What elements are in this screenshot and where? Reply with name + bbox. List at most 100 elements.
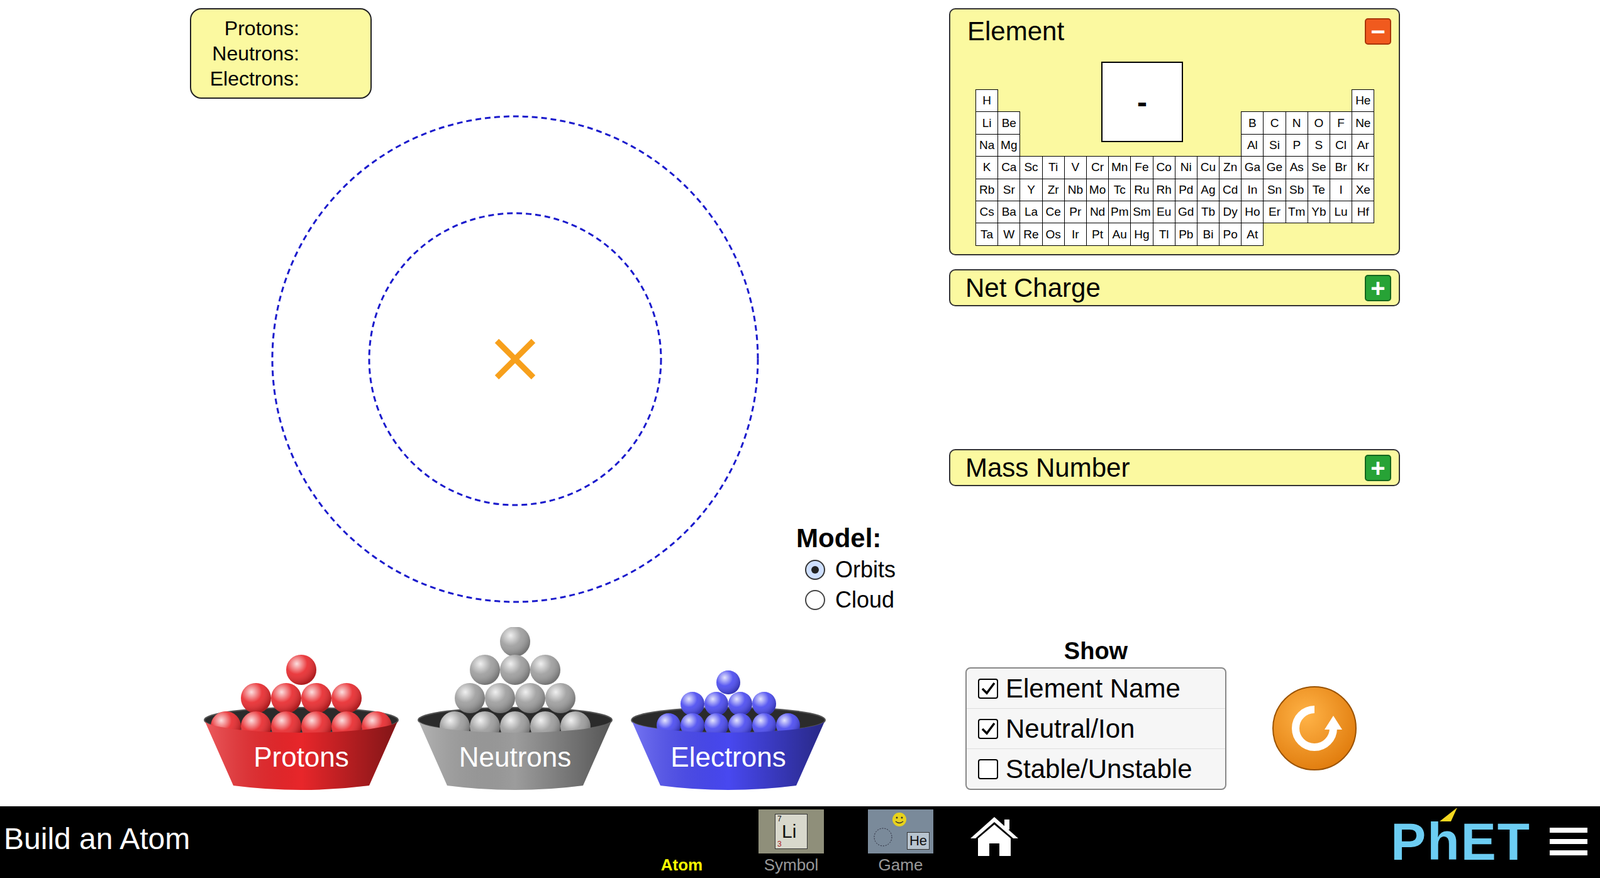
collapse-button[interactable]: − bbox=[1364, 18, 1392, 45]
element-cell[interactable]: As bbox=[1285, 155, 1309, 179]
element-cell[interactable]: Be bbox=[997, 111, 1021, 134]
element-cell[interactable]: Nd bbox=[1086, 200, 1109, 224]
reset-button[interactable] bbox=[1270, 684, 1359, 773]
element-cell[interactable]: W bbox=[997, 222, 1021, 246]
screen-tab[interactable]: Atom bbox=[649, 809, 715, 875]
element-cell[interactable]: Eu bbox=[1152, 200, 1176, 224]
element-cell[interactable]: Sr bbox=[997, 178, 1021, 202]
element-cell[interactable]: Lu bbox=[1329, 200, 1353, 224]
element-cell[interactable]: Pb bbox=[1174, 222, 1198, 246]
particle-bucket[interactable]: Neutrons bbox=[414, 627, 616, 791]
element-cell[interactable]: He bbox=[1351, 89, 1375, 112]
element-cell[interactable]: Bi bbox=[1196, 222, 1220, 246]
element-cell[interactable]: Te bbox=[1307, 178, 1331, 202]
element-cell[interactable]: Co bbox=[1152, 155, 1176, 179]
element-cell[interactable]: Sn bbox=[1262, 178, 1286, 202]
proton-particle[interactable] bbox=[301, 683, 332, 714]
element-cell[interactable]: Y bbox=[1019, 178, 1043, 202]
element-cell[interactable]: Rh bbox=[1152, 178, 1176, 202]
element-cell[interactable]: Os bbox=[1042, 222, 1065, 246]
element-cell[interactable]: Sb bbox=[1285, 178, 1309, 202]
element-cell[interactable]: Zn bbox=[1218, 155, 1242, 179]
neutron-particle[interactable] bbox=[500, 627, 531, 657]
element-cell[interactable]: C bbox=[1262, 111, 1286, 134]
element-cell[interactable]: Pd bbox=[1174, 178, 1198, 202]
element-cell[interactable]: Kr bbox=[1351, 155, 1375, 179]
element-cell[interactable]: P bbox=[1285, 133, 1309, 157]
element-cell[interactable]: Ga bbox=[1240, 155, 1264, 179]
electron-particle[interactable] bbox=[704, 691, 729, 716]
element-cell[interactable]: Ti bbox=[1042, 155, 1065, 179]
phet-logo[interactable]: PhET bbox=[1390, 806, 1531, 868]
proton-particle[interactable] bbox=[286, 654, 317, 685]
element-cell[interactable]: Pm bbox=[1108, 200, 1131, 224]
element-cell[interactable]: Ru bbox=[1130, 178, 1153, 202]
screen-tab[interactable]: 7 Li 3 Symbol bbox=[758, 809, 824, 875]
checkbox-icon[interactable] bbox=[977, 718, 999, 739]
game-icon[interactable]: He bbox=[867, 809, 934, 854]
element-cell[interactable]: Er bbox=[1262, 200, 1286, 224]
checkbox-icon[interactable] bbox=[977, 678, 999, 699]
neutron-particle[interactable] bbox=[469, 654, 500, 685]
element-cell[interactable]: Ge bbox=[1262, 155, 1286, 179]
expand-button[interactable]: + bbox=[1364, 454, 1392, 482]
element-cell[interactable]: Mn bbox=[1108, 155, 1131, 179]
element-cell[interactable]: Sc bbox=[1019, 155, 1043, 179]
electron-particle[interactable] bbox=[728, 691, 753, 716]
neutron-particle[interactable] bbox=[545, 683, 576, 714]
element-cell[interactable]: Xe bbox=[1351, 178, 1375, 202]
home-icon[interactable] bbox=[969, 814, 1020, 859]
element-cell[interactable]: Ar bbox=[1351, 133, 1375, 157]
element-cell[interactable]: Po bbox=[1218, 222, 1242, 246]
neutron-particle[interactable] bbox=[484, 683, 516, 714]
element-cell[interactable]: V bbox=[1064, 155, 1087, 179]
element-cell[interactable]: Zr bbox=[1042, 178, 1065, 202]
element-cell[interactable]: B bbox=[1240, 111, 1264, 134]
radio-icon[interactable] bbox=[805, 589, 826, 611]
element-cell[interactable]: Cl bbox=[1329, 133, 1353, 157]
element-cell[interactable]: Na bbox=[975, 133, 999, 157]
neutron-particle[interactable] bbox=[530, 654, 561, 685]
element-cell[interactable]: Tl bbox=[1152, 222, 1176, 246]
element-cell[interactable]: Ir bbox=[1064, 222, 1087, 246]
element-cell[interactable]: Cr bbox=[1086, 155, 1109, 179]
element-cell[interactable]: Mo bbox=[1086, 178, 1109, 202]
electron-particle[interactable] bbox=[680, 691, 705, 716]
element-cell[interactable]: Pt bbox=[1086, 222, 1109, 246]
electron-particle[interactable] bbox=[752, 691, 777, 716]
element-cell[interactable]: Tm bbox=[1285, 200, 1309, 224]
checkbox-icon[interactable] bbox=[977, 759, 999, 780]
element-cell[interactable]: Al bbox=[1240, 133, 1264, 157]
element-cell[interactable]: Fe bbox=[1130, 155, 1153, 179]
element-cell[interactable]: Pr bbox=[1064, 200, 1087, 224]
element-cell[interactable]: Ho bbox=[1240, 200, 1264, 224]
particle-bucket[interactable]: Protons bbox=[200, 627, 402, 791]
element-cell[interactable]: Au bbox=[1108, 222, 1131, 246]
menu-icon[interactable] bbox=[1549, 806, 1588, 856]
element-cell[interactable]: I bbox=[1329, 178, 1353, 202]
element-cell[interactable]: Re bbox=[1019, 222, 1043, 246]
element-cell[interactable]: Li bbox=[975, 111, 999, 134]
element-cell[interactable]: In bbox=[1240, 178, 1264, 202]
element-cell[interactable]: Nb bbox=[1064, 178, 1087, 202]
element-cell[interactable]: At bbox=[1240, 222, 1264, 246]
element-cell[interactable]: H bbox=[975, 89, 999, 112]
symbol-icon[interactable]: 7 Li 3 bbox=[758, 809, 824, 854]
expand-button[interactable]: + bbox=[1364, 274, 1392, 302]
show-option[interactable]: Element Name bbox=[966, 668, 1226, 709]
element-cell[interactable]: Mg bbox=[997, 133, 1021, 157]
element-cell[interactable]: Ne bbox=[1351, 111, 1375, 134]
neutron-particle[interactable] bbox=[500, 654, 531, 685]
element-cell[interactable]: Cu bbox=[1196, 155, 1220, 179]
show-option[interactable]: Stable/Unstable bbox=[966, 748, 1226, 789]
element-cell[interactable]: Rb bbox=[975, 178, 999, 202]
element-cell[interactable]: Tb bbox=[1196, 200, 1220, 224]
element-cell[interactable]: N bbox=[1285, 111, 1309, 134]
element-cell[interactable]: Ba bbox=[997, 200, 1021, 224]
element-cell[interactable]: F bbox=[1329, 111, 1353, 134]
element-cell[interactable]: Hf bbox=[1351, 200, 1375, 224]
element-cell[interactable]: Dy bbox=[1218, 200, 1242, 224]
screen-tab[interactable]: He Game bbox=[867, 809, 934, 875]
element-cell[interactable]: Ag bbox=[1196, 178, 1220, 202]
element-cell[interactable]: Br bbox=[1329, 155, 1353, 179]
